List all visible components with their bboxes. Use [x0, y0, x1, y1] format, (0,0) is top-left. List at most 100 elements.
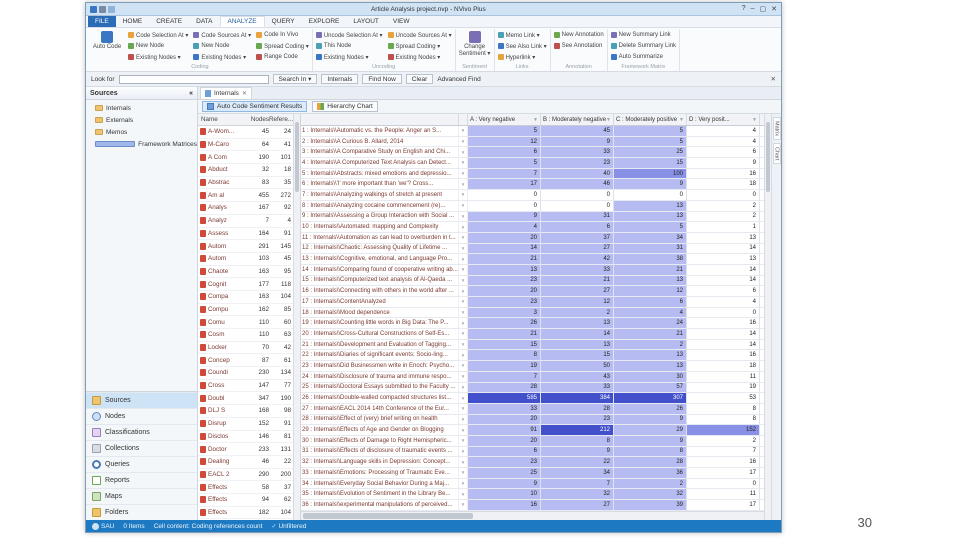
matrix-row[interactable]: 33 : Internals\\Emotions: Processing of … [301, 468, 764, 479]
row-filter-icon[interactable]: ▼ [459, 435, 468, 446]
matrix-cell[interactable]: 27 [541, 500, 614, 510]
row-filter-icon[interactable]: ▼ [459, 136, 468, 147]
row-filter-icon[interactable]: ▼ [459, 446, 468, 457]
matrix-cell[interactable]: 307 [614, 393, 687, 403]
matrix-cell[interactable]: 38 [614, 254, 687, 264]
row-filter-icon[interactable]: ▼ [459, 222, 468, 232]
source-row[interactable]: Coundi 230 134 [198, 367, 293, 380]
matrix-cell[interactable]: 13 [687, 232, 760, 243]
matrix-cell[interactable]: 5 [468, 158, 541, 168]
matrix-cell[interactable]: 26 [614, 403, 687, 414]
row-filter-icon[interactable]: ▼ [459, 243, 468, 254]
sidebar-item-folders[interactable]: Folders [86, 504, 197, 520]
matrix-cell[interactable]: 2 [687, 200, 760, 211]
matrix-cell[interactable]: 14 [687, 264, 760, 275]
matrix-cell[interactable]: 25 [468, 468, 541, 478]
matrix-cell[interactable]: 12 [468, 136, 541, 147]
row-filter-icon[interactable]: ▼ [459, 403, 468, 414]
row-filter-icon[interactable]: ▼ [459, 232, 468, 243]
matrix-cell[interactable]: 21 [541, 275, 614, 286]
ribbon-button-see-annotation[interactable]: See Annotation [553, 41, 604, 51]
undo-icon[interactable] [108, 5, 115, 13]
matrix-cell[interactable]: 43 [541, 371, 614, 382]
sidebar-item-nodes[interactable]: Nodes [86, 408, 197, 424]
matrix-cell[interactable]: 16 [687, 318, 760, 329]
row-filter-icon[interactable]: ▼ [459, 361, 468, 371]
matrix-row[interactable]: 31 : Internals\\Effects of disclosure of… [301, 446, 764, 458]
matrix-cell[interactable]: 17 [468, 179, 541, 190]
row-filter-icon[interactable]: ▼ [459, 147, 468, 158]
matrix-cell[interactable]: 0 [541, 200, 614, 211]
scrollbar-thumb[interactable] [766, 122, 770, 192]
matrix-cell[interactable]: 23 [541, 414, 614, 425]
matrix-column-header-c-moderately-positive[interactable]: C : Moderately positive ▼ [614, 114, 687, 125]
row-filter-icon[interactable]: ▼ [459, 500, 468, 510]
matrix-cell[interactable]: 20 [468, 286, 541, 296]
matrix-row[interactable]: 36 : Internals\\experimental manipulatio… [301, 500, 764, 511]
matrix-cell[interactable]: 39 [614, 500, 687, 510]
matrix-cell[interactable]: 100 [614, 168, 687, 179]
advanced-find-link[interactable]: Advanced Find [437, 76, 480, 83]
matrix-cell[interactable]: 29 [614, 425, 687, 435]
matrix-row[interactable]: 29 : Internals\\Effects of Age and Gende… [301, 425, 764, 436]
matrix-cell[interactable]: 33 [541, 147, 614, 158]
ribbon-button-range-code[interactable]: Range Code [256, 52, 309, 62]
row-filter-icon[interactable]: ▼ [459, 264, 468, 275]
source-row[interactable]: A Com 190 101 [198, 151, 293, 165]
matrix-cell[interactable]: 4 [687, 136, 760, 147]
matrix-cell[interactable]: 8 [687, 414, 760, 425]
matrix-cell[interactable]: 27 [541, 286, 614, 296]
matrix-cell[interactable]: 4 [687, 126, 760, 136]
matrix-cell[interactable]: 33 [468, 403, 541, 414]
matrix-cell[interactable]: 15 [541, 350, 614, 361]
matrix-cell[interactable]: 23 [468, 457, 541, 467]
sidebar-folder-framework-matrices[interactable]: Framework Matrices [86, 138, 197, 150]
matrix-cell[interactable]: 33 [541, 264, 614, 275]
matrix-cell[interactable]: 31 [541, 211, 614, 222]
matrix-row[interactable]: 2 : Internals\\A Curious B. Allard, 2014… [301, 136, 764, 148]
search-in-button[interactable]: Search In ▾ [272, 74, 318, 84]
source-row[interactable]: Chaote 163 95 [198, 266, 293, 279]
matrix-cell[interactable]: 5 [468, 126, 541, 136]
source-row[interactable]: Doubl 347 190 [198, 392, 293, 406]
row-filter-icon[interactable]: ▼ [459, 158, 468, 168]
matrix-cell[interactable]: 18 [687, 361, 760, 371]
matrix-cell[interactable]: 50 [541, 361, 614, 371]
row-filter-icon[interactable]: ▼ [459, 414, 468, 425]
matrix-column-header-d-very-posit[interactable]: D : Very posit... ▼ [687, 114, 760, 125]
matrix-row[interactable]: 9 : Internals\\Assessing a Group Interac… [301, 211, 764, 223]
side-tab-chart[interactable]: Chart [772, 142, 781, 165]
matrix-cell[interactable]: 9 [614, 435, 687, 446]
matrix-cell[interactable]: 16 [687, 457, 760, 467]
ribbon-button-new-node[interactable]: New Node [128, 41, 188, 51]
row-filter-icon[interactable]: ▼ [459, 318, 468, 329]
source-list-scrollbar[interactable] [293, 114, 300, 520]
side-tab-matrix[interactable]: Matrix [772, 117, 781, 140]
row-filter-icon[interactable]: ▼ [459, 425, 468, 435]
matrix-cell[interactable]: 28 [541, 403, 614, 414]
matrix-row[interactable]: 24 : Internals\\Disclosure of trauma and… [301, 371, 764, 383]
matrix-cell[interactable]: 9 [468, 211, 541, 222]
matrix-cell[interactable]: 20 [468, 435, 541, 446]
matrix-cell[interactable]: 5 [614, 222, 687, 232]
matrix-row[interactable]: 13 : Internals\\Cognitive, emotional, an… [301, 254, 764, 265]
matrix-cell[interactable]: 5 [614, 136, 687, 147]
matrix-cell[interactable]: 13 [614, 361, 687, 371]
matrix-cell[interactable]: 13 [614, 275, 687, 286]
matrix-row[interactable]: 11 : Internals\\Automation as can lead t… [301, 232, 764, 244]
matrix-cell[interactable]: 9 [541, 136, 614, 147]
source-row[interactable]: Locker 70 42 [198, 342, 293, 355]
scrollbar-thumb[interactable] [303, 513, 473, 519]
matrix-horizontal-scrollbar[interactable] [301, 511, 764, 520]
matrix-cell[interactable]: 9 [614, 179, 687, 190]
matrix-cell[interactable]: 0 [541, 190, 614, 200]
matrix-row[interactable]: 32 : Internals\\Language skills in Depre… [301, 457, 764, 468]
matrix-cell[interactable]: 6 [687, 147, 760, 158]
matrix-cell[interactable]: 8 [468, 350, 541, 361]
row-filter-icon[interactable]: ▼ [459, 371, 468, 382]
matrix-cell[interactable]: 2 [614, 339, 687, 350]
sidebar-folder-internals[interactable]: Internals [86, 102, 197, 114]
source-row[interactable]: Disclos 146 81 [198, 431, 293, 444]
matrix-row[interactable]: 7 : Internals\\Analyzing walkings of str… [301, 190, 764, 201]
matrix-cell[interactable]: 40 [541, 168, 614, 179]
